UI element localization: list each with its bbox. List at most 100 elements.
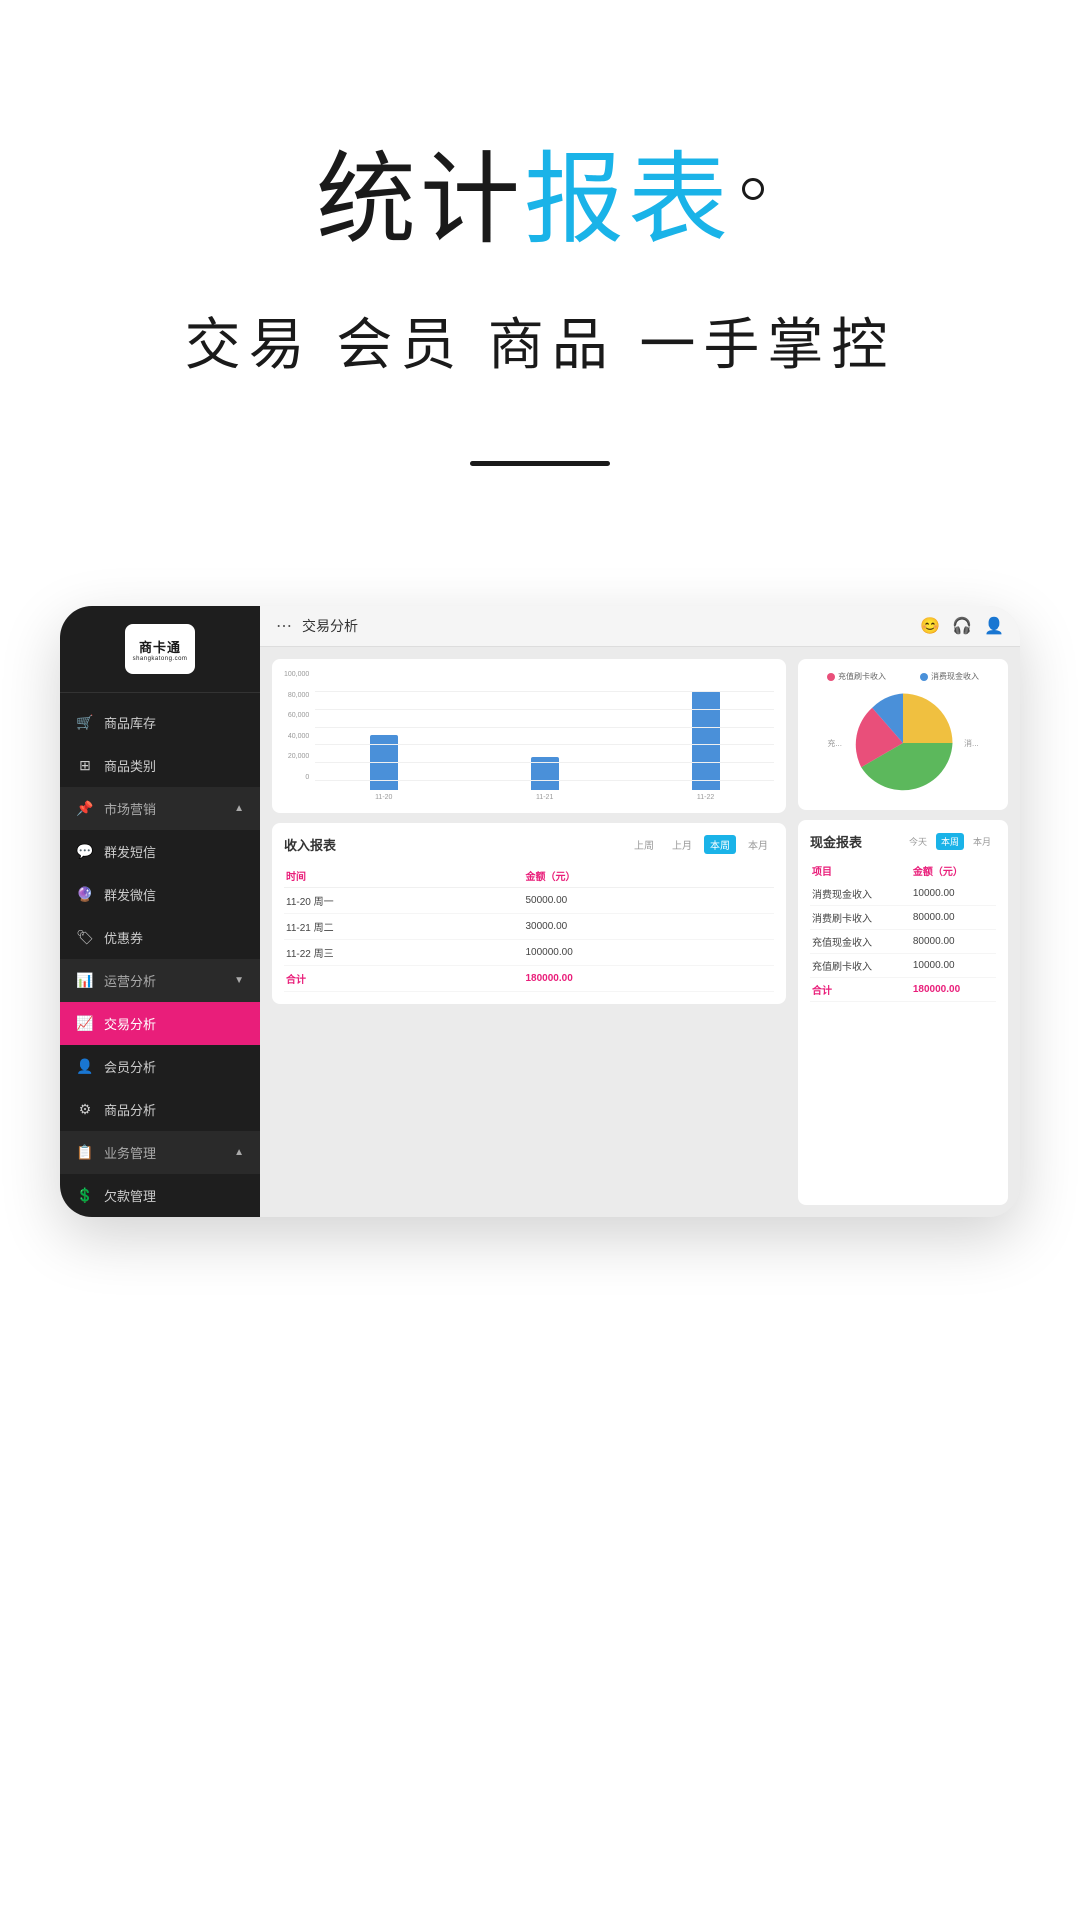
sidebar-item-label: 欠款管理 (104, 1186, 156, 1205)
y-label-5: 20,000 (288, 753, 309, 760)
cash-tab-week[interactable]: 本周 (936, 833, 964, 850)
cash-tab-month[interactable]: 本月 (968, 833, 996, 850)
table-row-total: 合计 180000.00 (284, 966, 774, 992)
sidebar-item-goods-category[interactable]: ⊞ 商品类别 (60, 744, 260, 787)
hero-dot-decoration (742, 178, 764, 200)
sidebar-item-debt[interactable]: 💲 欠款管理 (60, 1174, 260, 1217)
sidebar-item-member[interactable]: 👤 会员分析 (60, 1045, 260, 1088)
sidebar-item-business[interactable]: 📋 业务管理 ▲ (60, 1131, 260, 1174)
y-axis: 100,000 80,000 60,000 40,000 20,000 0 (284, 671, 309, 781)
income-report-table: 时间 金额（元） 11-20 周一 50000.00 11- (284, 864, 774, 992)
sidebar: 商卡通 shangkatong.com 🛒 商品库存 ⊞ 商品类别 📌 市场营销… (60, 606, 260, 1217)
sidebar-nav: 🛒 商品库存 ⊞ 商品类别 📌 市场营销 ▲ 💬 群发短信 🔮 (60, 693, 260, 1217)
cash-row-amount: 80000.00 (911, 930, 996, 954)
tab-last-month[interactable]: 上月 (666, 835, 698, 854)
sidebar-item-goods-inventory[interactable]: 🛒 商品库存 (60, 701, 260, 744)
pie-legend: 充值刷卡收入 消费现金收入 (810, 671, 996, 682)
smiley-icon[interactable]: 😊 (920, 616, 940, 636)
sidebar-item-wechat[interactable]: 🔮 群发微信 (60, 873, 260, 916)
cash-report-title: 现金报表 (810, 832, 862, 851)
sidebar-item-coupon[interactable]: 🏷 优惠券 (60, 916, 260, 959)
sidebar-logo: 商卡通 shangkatong.com (60, 606, 260, 693)
arrow-up-icon: ▲ (234, 803, 244, 814)
legend-label-recharge: 充值刷卡收入 (838, 671, 886, 682)
pie-svg (848, 688, 958, 798)
report-header: 收入报表 上周 上月 本周 本月 (284, 835, 774, 854)
user-icon: 👤 (76, 1058, 94, 1076)
bar-chart: 100,000 80,000 60,000 40,000 20,000 0 (284, 671, 774, 801)
right-panel: 充值刷卡收入 消费现金收入 充... (798, 659, 1008, 1205)
row-time: 11-21 周二 (284, 914, 523, 940)
table-row: 11-22 周三 100000.00 (284, 940, 774, 966)
hero-divider (470, 461, 610, 466)
hero-section: 统计报表 交易 会员 商品 一手掌控 (0, 0, 1080, 526)
grid-icon: ⊞ (76, 757, 94, 775)
sidebar-item-label: 交易分析 (104, 1014, 156, 1033)
coupon-icon: 🏷 (76, 929, 94, 947)
cash-table-row: 充值现金收入 80000.00 (810, 930, 996, 954)
total-amount: 180000.00 (523, 966, 774, 992)
col-time: 时间 (284, 864, 523, 888)
row-amount: 100000.00 (523, 940, 774, 966)
cash-table-row-total: 合计 180000.00 (810, 978, 996, 1002)
content-area: 100,000 80,000 60,000 40,000 20,000 0 (260, 647, 1020, 1217)
hero-title-part2: 报表 (524, 144, 732, 256)
chart-icon: 📊 (76, 972, 94, 990)
chat-icon: 💬 (76, 843, 94, 861)
cart-icon: 🛒 (76, 714, 94, 732)
table-row: 11-20 周一 50000.00 (284, 888, 774, 914)
sidebar-item-marketing[interactable]: 📌 市场营销 ▲ (60, 787, 260, 830)
sidebar-item-sms[interactable]: 💬 群发短信 (60, 830, 260, 873)
legend-label-consume: 消费现金收入 (931, 671, 979, 682)
logo-text-cn: 商卡通 (139, 637, 181, 656)
bars-container: 11-20 11-21 11-22 (315, 691, 774, 801)
cash-row-item: 消费刷卡收入 (810, 906, 911, 930)
pie-side-left: 充... (827, 738, 842, 749)
row-amount: 50000.00 (523, 888, 774, 914)
topbar-icons: 😊 🎧 👤 (920, 616, 1004, 636)
bar-group-1122: 11-22 (637, 691, 774, 801)
cash-tab-today[interactable]: 今天 (904, 833, 932, 850)
bar-1122 (692, 691, 720, 790)
flag-icon: 📌 (76, 800, 94, 818)
sidebar-item-transaction[interactable]: 📈 交易分析 (60, 1002, 260, 1045)
tab-last-week[interactable]: 上周 (628, 835, 660, 854)
cash-table-row: 消费刷卡收入 80000.00 (810, 906, 996, 930)
cash-row-amount: 10000.00 (911, 882, 996, 906)
sidebar-item-label: 会员分析 (104, 1057, 156, 1076)
left-panel: 100,000 80,000 60,000 40,000 20,000 0 (272, 659, 786, 1205)
income-report-card: 收入报表 上周 上月 本周 本月 时间 (272, 823, 786, 1004)
menu-dots-icon[interactable]: ⋯ (276, 616, 292, 636)
topbar-title: 交易分析 (302, 616, 358, 636)
report-tabs: 上周 上月 本周 本月 (628, 835, 774, 854)
cash-total-amount: 180000.00 (911, 978, 996, 1002)
income-report-title: 收入报表 (284, 835, 336, 854)
bar-1120 (370, 735, 398, 790)
cash-report-card: 现金报表 今天 本周 本月 项目 金额（元） (798, 820, 1008, 1205)
sidebar-item-label: 优惠券 (104, 928, 143, 947)
dashboard-wrapper: 商卡通 shangkatong.com 🛒 商品库存 ⊞ 商品类别 📌 市场营销… (60, 606, 1020, 1217)
legend-item-recharge: 充值刷卡收入 (827, 671, 886, 682)
tab-this-week[interactable]: 本周 (704, 835, 736, 854)
pie-container: 充... (810, 688, 996, 798)
hero-subtitle: 交易 会员 商品 一手掌控 (0, 300, 1080, 381)
cash-report-header: 现金报表 今天 本周 本月 (810, 832, 996, 851)
arrow-down-icon: ▼ (234, 975, 244, 986)
y-label-1: 100,000 (284, 671, 309, 678)
tab-this-month[interactable]: 本月 (742, 835, 774, 854)
profile-icon[interactable]: 👤 (984, 616, 1004, 636)
legend-dot-consume (920, 673, 928, 681)
business-icon: 📋 (76, 1144, 94, 1162)
bar-label-1122: 11-22 (697, 794, 714, 801)
pie-segment-yellow (903, 694, 953, 744)
sidebar-item-label: 群发短信 (104, 842, 156, 861)
pie-chart-card: 充值刷卡收入 消费现金收入 充... (798, 659, 1008, 810)
bar-group-1121: 11-21 (476, 691, 613, 801)
sidebar-item-label: 商品类别 (104, 756, 156, 775)
sidebar-item-goods-analysis[interactable]: ⚙ 商品分析 (60, 1088, 260, 1131)
sidebar-item-operations[interactable]: 📊 运营分析 ▼ (60, 959, 260, 1002)
cash-row-amount: 80000.00 (911, 906, 996, 930)
cash-row-item: 充值现金收入 (810, 930, 911, 954)
dollar-icon: 💲 (76, 1187, 94, 1205)
headphone-icon[interactable]: 🎧 (952, 616, 972, 636)
